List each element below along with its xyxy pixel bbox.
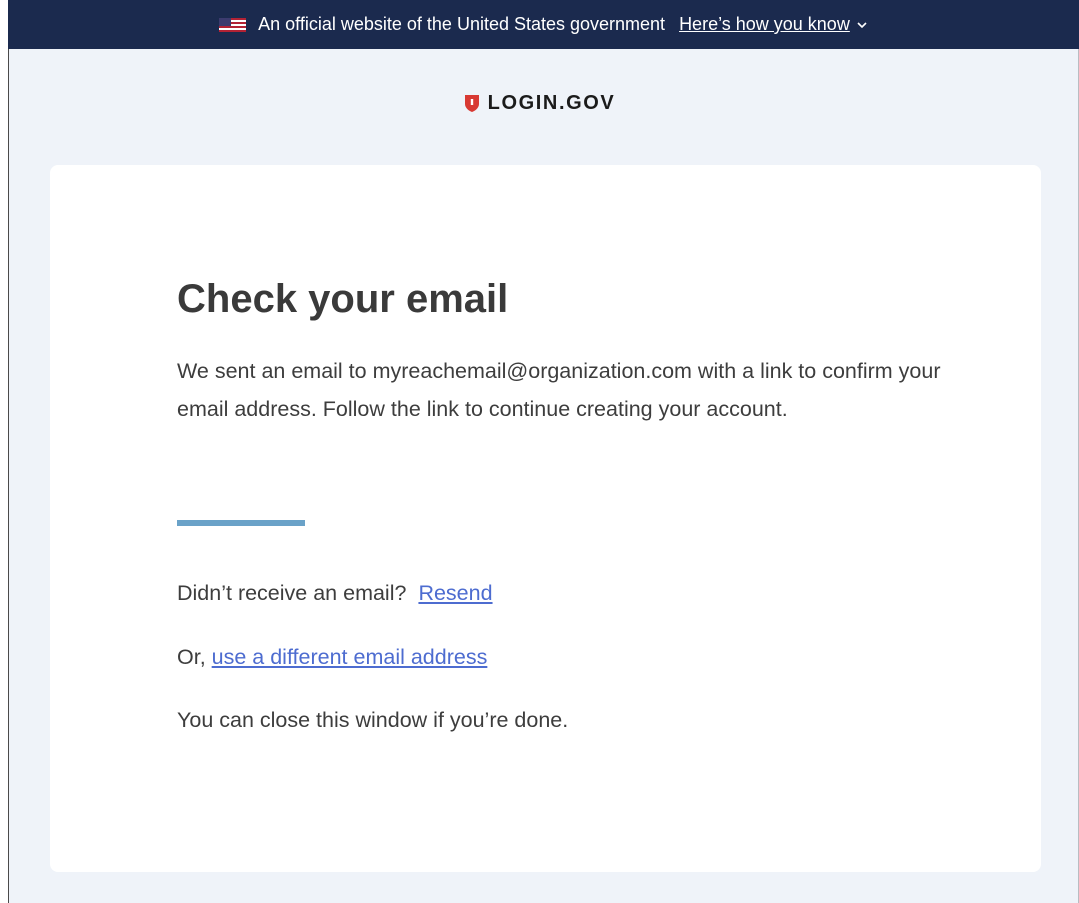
window-left-edge	[0, 0, 9, 903]
logo-text: LOGIN.GOV	[487, 92, 616, 114]
shield-icon	[464, 95, 479, 112]
gov-banner: An official website of the United States…	[8, 0, 1079, 49]
resend-row: Didn’t receive an email? Resend	[177, 581, 493, 606]
different-email-prefix: Or,	[177, 645, 206, 669]
resend-prompt: Didn’t receive an email?	[177, 581, 407, 605]
us-flag-icon	[219, 17, 247, 32]
section-divider	[177, 520, 305, 526]
heres-how-you-know-link[interactable]: Here’s how you know	[679, 14, 850, 35]
confirmation-message: We sent an email to myreachemail@organiz…	[177, 359, 941, 421]
page-title: Check your email	[177, 277, 509, 321]
resend-link[interactable]: Resend	[418, 581, 492, 605]
content-card: Check your email We sent an email to myr…	[50, 165, 1041, 872]
login-gov-logo[interactable]: LOGIN.GOV	[0, 92, 1079, 115]
close-window-note: You can close this window if you’re done…	[177, 708, 569, 732]
chevron-down-icon[interactable]	[856, 19, 868, 31]
different-email-link[interactable]: use a different email address	[212, 645, 488, 669]
banner-text: An official website of the United States…	[258, 14, 666, 34]
different-email-row: Or, use a different email address	[177, 645, 487, 670]
